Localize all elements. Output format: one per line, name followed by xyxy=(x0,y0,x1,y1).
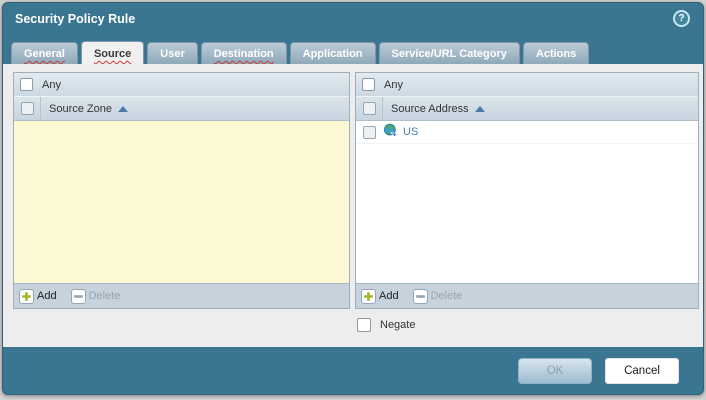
ok-button[interactable]: OK xyxy=(518,357,592,384)
tab-actions[interactable]: Actions xyxy=(522,42,590,64)
source-zone-list[interactable] xyxy=(14,121,349,283)
security-policy-rule-dialog: Security Policy Rule ? General Source Us… xyxy=(2,2,704,395)
source-zone-select-all-cell xyxy=(14,97,41,120)
source-address-add-button[interactable]: Add xyxy=(361,288,399,304)
negate-checkbox[interactable] xyxy=(357,318,371,332)
source-zone-any-checkbox[interactable] xyxy=(20,78,33,91)
source-zone-delete-button[interactable]: Delete xyxy=(70,288,121,304)
source-zone-toolbar: Add Delete xyxy=(14,283,349,308)
tab-source[interactable]: Source xyxy=(80,41,145,64)
tab-content-source: Any Source Zone Add Delete Any Source Ad… xyxy=(3,64,703,347)
source-address-add-label: Add xyxy=(379,290,399,302)
source-address-delete-button[interactable]: Delete xyxy=(412,288,463,304)
tab-actions-label: Actions xyxy=(535,48,577,60)
source-address-panel: Any Source Address US Add Delete xyxy=(355,72,699,309)
source-address-column-header[interactable]: Source Address xyxy=(383,97,485,120)
source-address-row-checkbox-cell xyxy=(356,125,383,139)
source-zone-delete-label: Delete xyxy=(88,290,121,302)
cancel-button-label: Cancel xyxy=(624,364,660,377)
tab-service-url-category[interactable]: Service/URL Category xyxy=(378,42,520,64)
source-address-select-all-checkbox[interactable] xyxy=(362,102,376,115)
tab-user[interactable]: User xyxy=(147,42,198,64)
tab-strip: General Source User Destination Applicat… xyxy=(3,34,703,64)
source-address-any-row: Any xyxy=(356,73,698,97)
source-zone-any-label: Any xyxy=(42,78,61,91)
negate-label: Negate xyxy=(380,319,416,331)
add-plus-icon xyxy=(361,288,376,304)
tab-service-url-category-label: Service/URL Category xyxy=(391,48,507,60)
source-address-row-us[interactable]: US xyxy=(356,121,698,144)
sort-ascending-icon xyxy=(117,105,128,112)
source-address-column-label: Source Address xyxy=(391,102,469,115)
source-zone-panel: Any Source Zone Add Delete xyxy=(13,72,350,309)
source-zone-select-all-checkbox[interactable] xyxy=(20,102,34,115)
sort-ascending-icon xyxy=(474,105,485,112)
delete-minus-icon xyxy=(70,288,86,304)
tab-general-label: General xyxy=(24,48,65,60)
tab-general[interactable]: General xyxy=(11,42,78,64)
region-globe-icon xyxy=(383,123,398,141)
source-address-us-checkbox[interactable] xyxy=(363,125,376,139)
source-zone-column-header[interactable]: Source Zone xyxy=(41,97,128,120)
source-zone-add-label: Add xyxy=(37,290,57,302)
help-glyph: ? xyxy=(678,13,685,24)
delete-minus-icon xyxy=(412,288,428,304)
tab-source-label: Source xyxy=(93,48,132,60)
source-address-header-row: Source Address xyxy=(356,97,698,121)
add-plus-icon xyxy=(19,288,34,304)
dialog-footer: OK Cancel xyxy=(3,347,703,394)
tab-destination-label: Destination xyxy=(213,48,274,60)
ok-button-label: OK xyxy=(546,364,564,377)
tab-destination[interactable]: Destination xyxy=(200,42,287,64)
source-zone-add-button[interactable]: Add xyxy=(19,288,57,304)
source-address-any-checkbox[interactable] xyxy=(362,78,375,91)
tab-user-label: User xyxy=(160,48,185,60)
source-address-list[interactable]: US xyxy=(356,121,698,283)
source-zone-any-row: Any xyxy=(14,73,349,97)
source-address-item-label: US xyxy=(403,126,419,138)
help-icon[interactable]: ? xyxy=(673,10,690,27)
tab-application[interactable]: Application xyxy=(289,42,376,64)
negate-row: Negate xyxy=(357,318,415,332)
dialog-title: Security Policy Rule xyxy=(15,11,136,26)
source-address-select-all-cell xyxy=(356,97,383,120)
cancel-button[interactable]: Cancel xyxy=(605,357,679,384)
dialog-titlebar: Security Policy Rule ? xyxy=(3,3,703,34)
source-address-delete-label: Delete xyxy=(430,290,463,302)
source-zone-header-row: Source Zone xyxy=(14,97,349,121)
source-address-any-label: Any xyxy=(384,78,403,91)
tab-application-label: Application xyxy=(302,48,363,60)
source-address-toolbar: Add Delete xyxy=(356,283,698,308)
source-zone-column-label: Source Zone xyxy=(49,102,112,115)
